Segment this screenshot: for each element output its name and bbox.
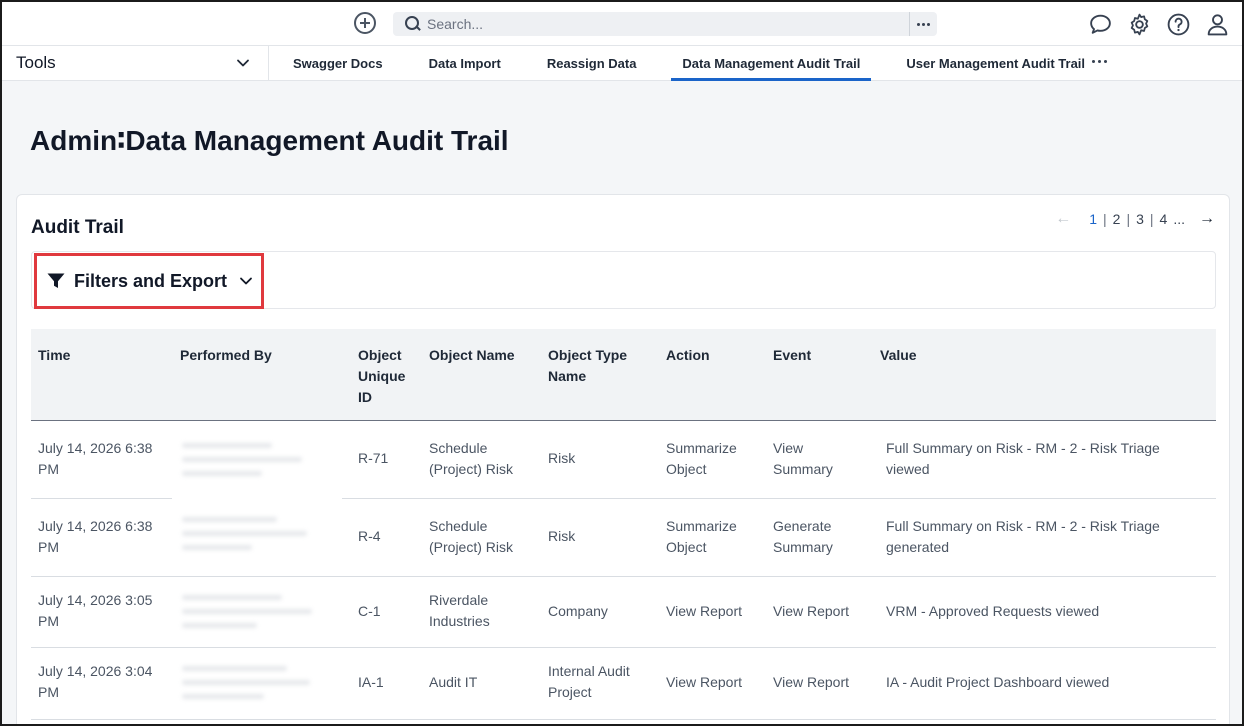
cell-action: Summarize Object <box>666 518 737 555</box>
cell-object-name: Schedule (Project) Risk <box>429 518 514 555</box>
cell-object-type: Company <box>548 603 608 619</box>
column-header-event[interactable]: Event <box>773 345 811 366</box>
cell-time: July 14, 2026 3:04 PM <box>38 663 153 700</box>
performed-by-redacted <box>172 507 342 571</box>
performed-by-redacted <box>172 435 342 499</box>
more-tabs-button[interactable] <box>1092 60 1107 63</box>
search-icon <box>405 16 421 32</box>
page-separator: | <box>1126 211 1131 227</box>
page-4[interactable]: 4 <box>1160 211 1168 227</box>
cell-action: View Report <box>666 603 743 619</box>
cell-value: Full Summary on Risk - RM - 2 - Risk Tri… <box>886 440 1160 477</box>
table-header: Time Performed By Object Unique ID Objec… <box>31 329 1216 421</box>
tool-tabs: Swagger Docs Data Import Reassign Data D… <box>270 46 1108 81</box>
cell-object-type: Risk <box>548 528 576 544</box>
column-header-performed-by[interactable]: Performed By <box>180 345 272 366</box>
user-icon[interactable] <box>1205 12 1230 37</box>
cell-value: VRM - Approved Requests viewed <box>886 603 1100 619</box>
cell-object-type: Risk <box>548 450 576 466</box>
top-icons <box>1088 12 1230 37</box>
filters-and-export-label: Filters and Export <box>74 270 228 291</box>
table-row: July 14, 2026 3:04 PM IA-1 Audit IT Inte… <box>31 648 1216 720</box>
cell-object-name: Schedule (Project) Risk <box>429 440 514 477</box>
global-search <box>393 12 937 36</box>
tools-bar: Tools Swagger Docs Data Import Reassign … <box>2 46 1242 81</box>
cell-object-id[interactable]: C-1 <box>358 601 381 622</box>
chat-icon[interactable] <box>1088 12 1113 37</box>
column-header-action[interactable]: Action <box>666 345 710 366</box>
chevron-down-icon <box>240 277 252 285</box>
chevron-down-icon <box>237 59 249 67</box>
pagination: ← 1 | 2 | 3 | 4 ... → <box>1055 210 1215 228</box>
tools-dropdown[interactable]: Tools <box>2 46 269 81</box>
page-3[interactable]: 3 <box>1136 211 1144 227</box>
audit-table: Time Performed By Object Unique ID Objec… <box>31 329 1216 720</box>
table-row: July 14, 2026 6:38 PM R-71 Schedule (Pro… <box>31 421 1216 499</box>
tab-swagger-docs[interactable]: Swagger Docs <box>270 46 406 81</box>
search-options-button[interactable] <box>909 12 937 36</box>
page-ellipsis: ... <box>1173 211 1185 227</box>
arrow-left-icon[interactable]: ← <box>1055 210 1071 228</box>
more-horizontal-icon <box>1092 60 1095 63</box>
cell-object-type: Internal Audit Project <box>548 663 630 700</box>
column-header-value[interactable]: Value <box>880 345 917 366</box>
column-header-time[interactable]: Time <box>38 345 70 366</box>
page-separator: | <box>1149 211 1154 227</box>
gear-icon[interactable] <box>1127 12 1152 37</box>
page-separator: | <box>1103 211 1107 227</box>
performed-by-redacted <box>172 585 342 643</box>
cell-value: IA - Audit Project Dashboard viewed <box>886 674 1110 690</box>
cell-object-id[interactable]: R-71 <box>358 448 388 469</box>
filter-icon <box>47 273 65 288</box>
app-window: Tools Swagger Docs Data Import Reassign … <box>0 0 1244 726</box>
filters-and-export-toggle[interactable]: Filters and Export <box>34 253 264 309</box>
audit-trail-card: Audit Trail ← 1 | 2 | 3 | 4 ... → Filter… <box>16 194 1230 724</box>
page-1[interactable]: 1 <box>1089 211 1097 227</box>
cell-time: July 14, 2026 6:38 PM <box>38 518 153 555</box>
tab-reassign-data[interactable]: Reassign Data <box>524 46 660 81</box>
arrow-right-icon[interactable]: → <box>1199 210 1215 228</box>
column-header-object-type-name[interactable]: Object Type Name <box>548 345 648 387</box>
tools-label: Tools <box>16 53 56 72</box>
card-title: Audit Trail <box>31 217 124 238</box>
cell-time: July 14, 2026 3:05 PM <box>38 592 153 629</box>
top-bar <box>2 2 1242 46</box>
table-row: July 14, 2026 6:38 PM R-4 Schedule (Proj… <box>31 499 1216 577</box>
add-circle-icon[interactable] <box>354 12 376 34</box>
table-row: July 14, 2026 3:05 PM C-1 Riverdale Indu… <box>31 577 1216 648</box>
cell-object-name: Audit IT <box>429 674 478 690</box>
help-icon[interactable] <box>1166 12 1191 37</box>
cell-object-id[interactable]: IA-1 <box>358 672 384 693</box>
filter-panel: Filters and Export <box>31 251 1216 309</box>
cell-event: View Report <box>773 674 850 690</box>
performed-by-redacted <box>172 656 342 714</box>
cell-time: July 14, 2026 6:38 PM <box>38 440 153 477</box>
cell-event: View Report <box>773 603 850 619</box>
page-title: Admin∶Data Management Audit Trail <box>30 125 509 156</box>
column-header-object-unique-id[interactable]: Object Unique ID <box>358 345 418 408</box>
cell-object-name: Riverdale Industries <box>429 592 490 629</box>
cell-event: View Summary <box>773 440 833 477</box>
cell-object-id[interactable]: R-4 <box>358 526 381 547</box>
tab-data-import[interactable]: Data Import <box>406 46 524 81</box>
cell-action: Summarize Object <box>666 440 737 477</box>
cell-action: View Report <box>666 674 743 690</box>
tab-user-management-audit-trail[interactable]: User Management Audit Trail <box>883 46 1108 81</box>
tab-data-management-audit-trail[interactable]: Data Management Audit Trail <box>659 46 883 81</box>
cell-event: Generate Summary <box>773 518 833 555</box>
search-input[interactable] <box>427 12 909 36</box>
cell-value: Full Summary on Risk - RM - 2 - Risk Tri… <box>886 518 1160 555</box>
page-2[interactable]: 2 <box>1113 211 1121 227</box>
more-horizontal-icon <box>917 22 920 26</box>
column-header-object-name[interactable]: Object Name <box>429 345 515 366</box>
